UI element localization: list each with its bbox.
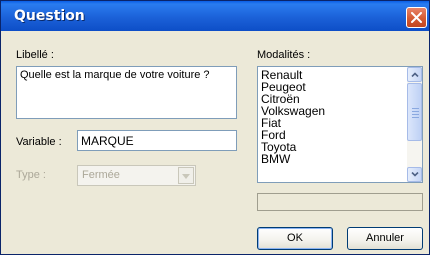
ok-button[interactable]: OK (257, 227, 333, 250)
scroll-thumb[interactable] (407, 83, 422, 141)
variable-input[interactable]: MARQUE (77, 130, 237, 151)
question-dialog: Question Libellé : Quelle est la marque … (0, 0, 430, 255)
variable-label: Variable : (16, 136, 62, 148)
dialog-title: Question (14, 8, 85, 24)
type-select[interactable]: Fermée (77, 165, 196, 186)
close-button[interactable] (406, 7, 427, 28)
scroll-up-button[interactable] (407, 67, 422, 82)
chevron-down-icon (411, 172, 419, 177)
variable-value: MARQUE (81, 134, 134, 148)
type-dropdown-button[interactable] (178, 167, 194, 184)
libelle-label: Libellé : (16, 49, 54, 61)
type-label: Type : (16, 169, 46, 181)
modalite-edit-field[interactable] (257, 193, 423, 211)
modalites-label: Modalités : (257, 49, 311, 61)
cancel-button[interactable]: Annuler (347, 227, 423, 250)
close-icon (411, 12, 422, 23)
title-bar[interactable]: Question (1, 1, 429, 31)
chevron-up-icon (411, 72, 419, 77)
scroll-down-button[interactable] (407, 167, 422, 182)
modalites-list[interactable]: Renault Peugeot Citroën Volkswagen Fiat … (257, 66, 423, 183)
list-item[interactable]: Volkswagen (261, 105, 419, 117)
list-item[interactable]: BMW (261, 153, 419, 165)
type-value: Fermée (82, 169, 120, 181)
libelle-value: Quelle est la marque de votre voiture ? (20, 69, 210, 81)
chevron-down-icon (182, 174, 190, 179)
modalites-scrollbar[interactable] (407, 67, 422, 182)
libelle-textarea[interactable]: Quelle est la marque de votre voiture ? (16, 66, 237, 119)
